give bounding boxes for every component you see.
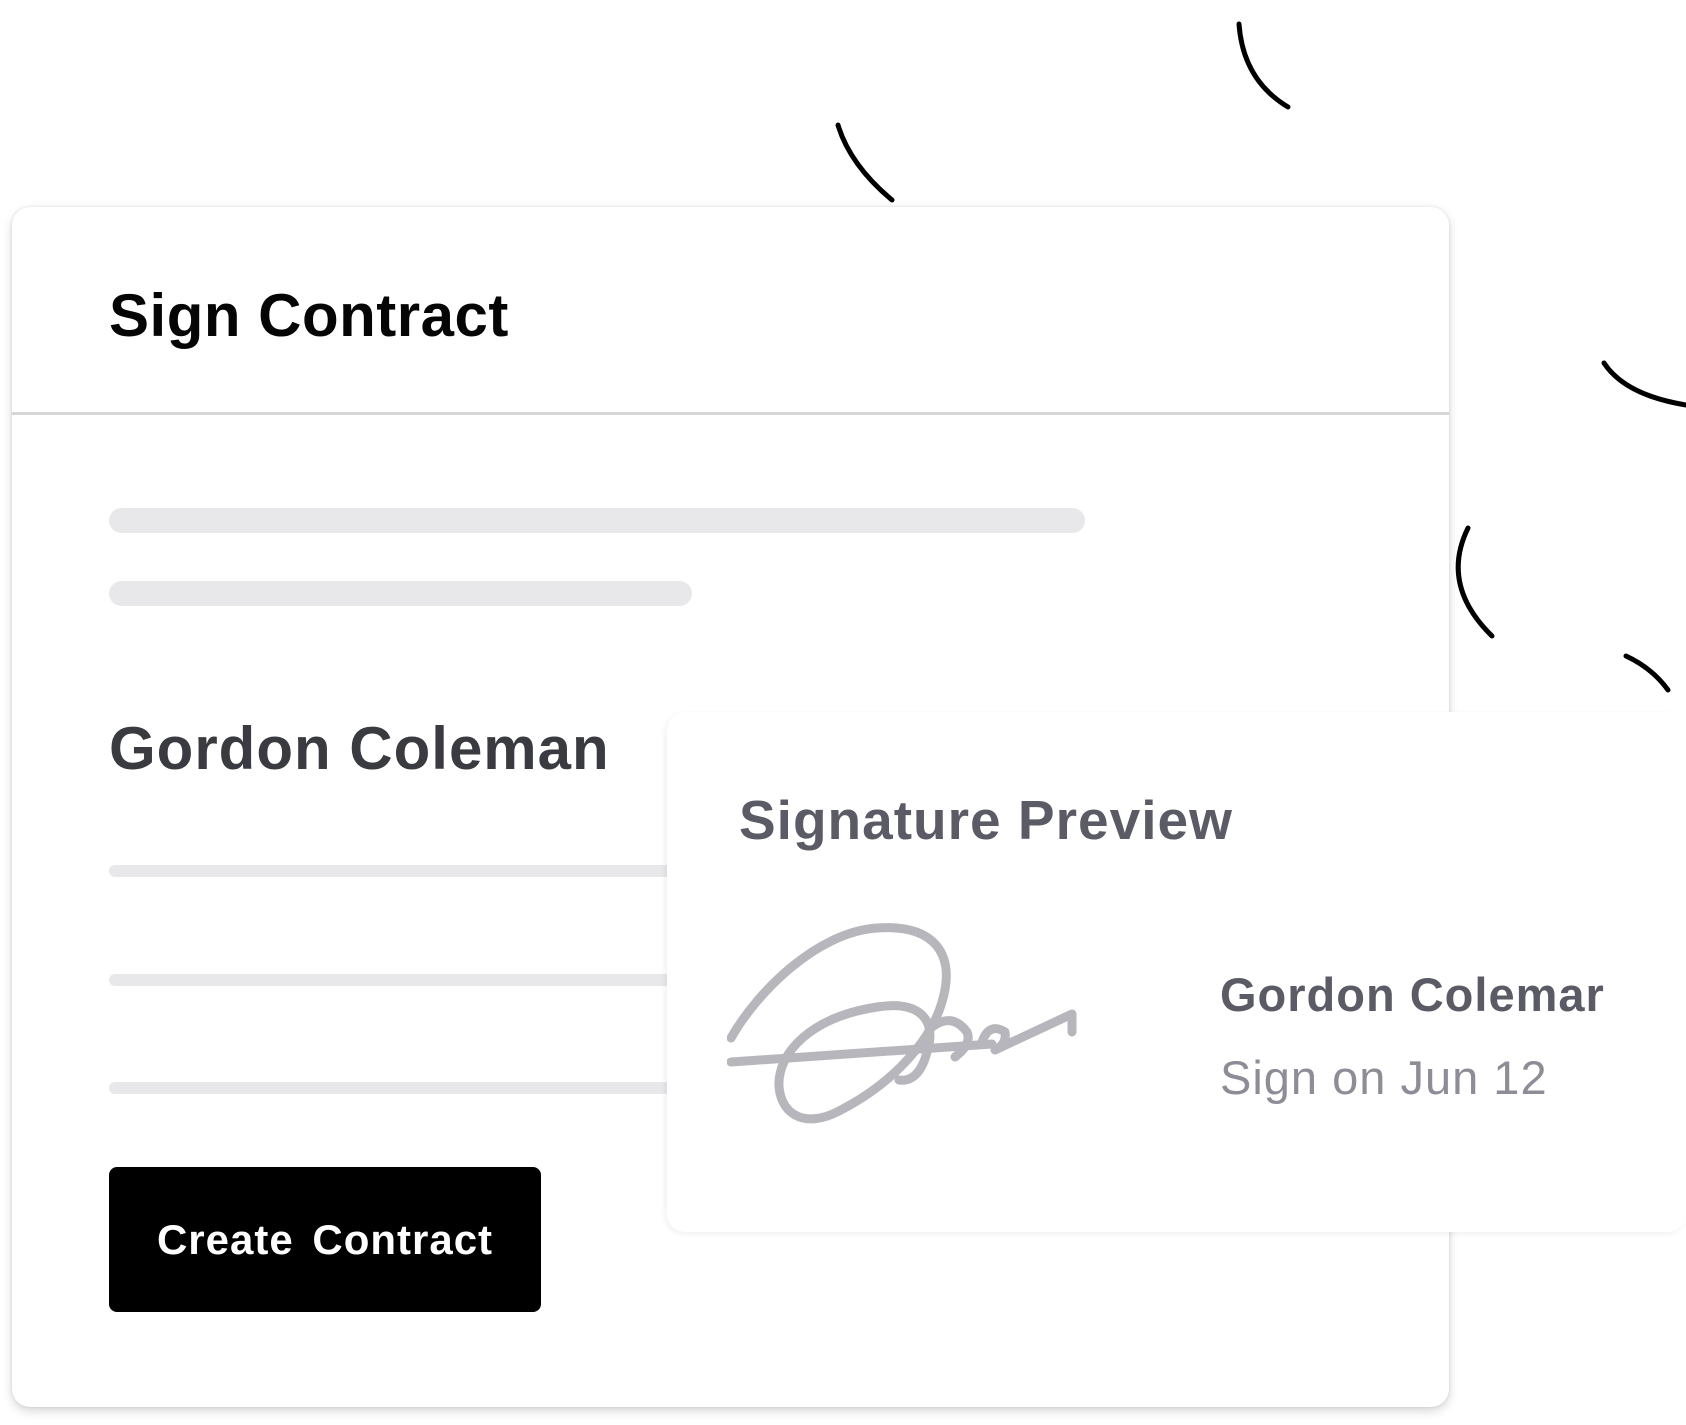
create-contract-button[interactable]: Create Contract [109, 1167, 541, 1312]
form-placeholder-line [109, 865, 709, 877]
page-title: Sign Contract [109, 282, 509, 349]
form-placeholder-line [109, 974, 709, 986]
form-placeholder-line [109, 1082, 709, 1094]
text-placeholder-line [109, 581, 692, 606]
card-header: Sign Contract [12, 207, 1449, 415]
decorative-arc [1455, 525, 1495, 639]
decorative-arc [835, 122, 895, 203]
signature-preview-card: Signature Preview Gordon Colemar Sign on… [667, 712, 1686, 1232]
text-placeholder-line [109, 508, 1085, 533]
signer-name: Gordon Coleman [109, 715, 610, 782]
signature-signer-name: Gordon Colemar [1220, 968, 1605, 1021]
signature-drawing [727, 923, 1077, 1124]
decorative-arc [1601, 360, 1686, 408]
decorative-arc [1236, 21, 1291, 110]
decorative-arc [1623, 653, 1671, 693]
signature-preview-title: Signature Preview [739, 789, 1233, 851]
signature-date: Sign on Jun 12 [1220, 1051, 1548, 1104]
